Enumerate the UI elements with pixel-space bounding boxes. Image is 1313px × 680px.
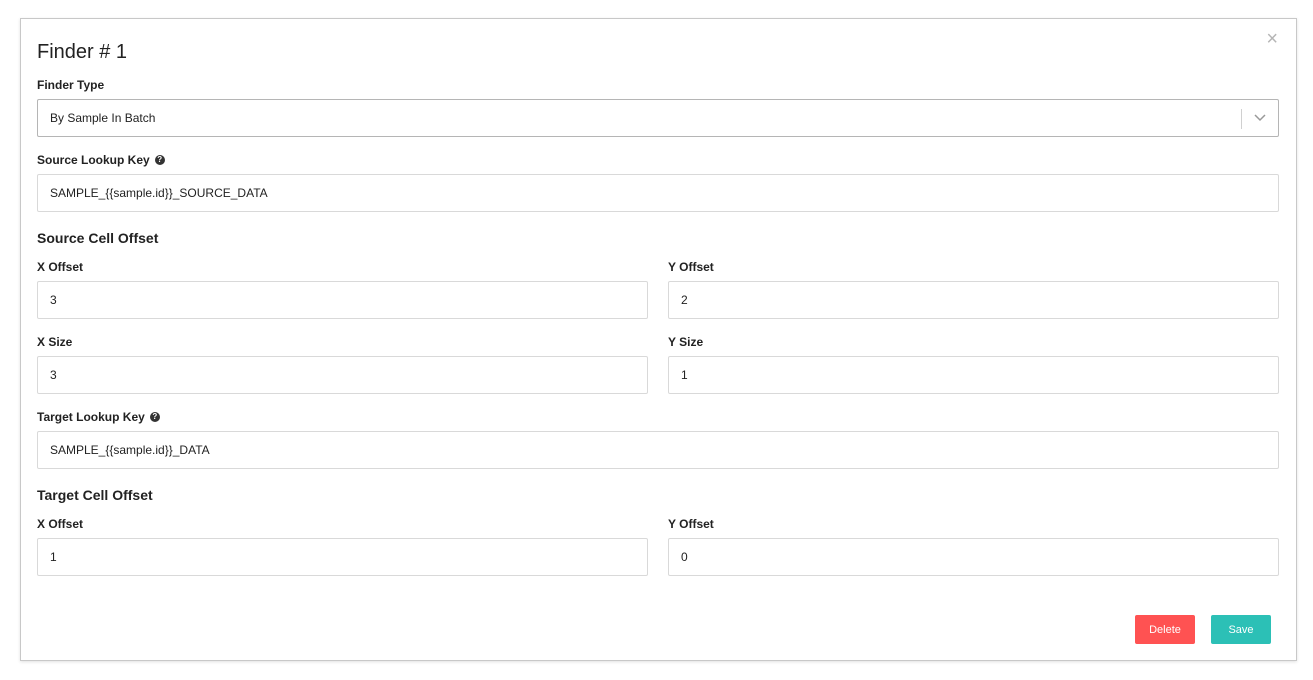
source-y-offset-label: Y Offset [668, 260, 714, 274]
save-button[interactable]: Save [1211, 615, 1271, 644]
target-cell-offset-title: Target Cell Offset [37, 487, 153, 503]
source-x-offset-input[interactable]: 3 [37, 281, 648, 319]
finder-type-label-text: Finder Type [37, 78, 105, 92]
dialog-title: Finder # 1 [37, 41, 128, 63]
finder-type-select[interactable]: By Sample In Batch [37, 99, 1279, 137]
source-lookup-key-value: SAMPLE_{{sample.id}}_SOURCE_DATA [50, 186, 268, 200]
target-lookup-key-label: Target Lookup Key ? [37, 410, 160, 424]
delete-button[interactable]: Delete [1135, 615, 1195, 644]
target-lookup-key-label-text: Target Lookup Key [37, 410, 145, 424]
source-y-offset-input[interactable]: 2 [668, 281, 1279, 319]
source-y-offset-label-text: Y Offset [668, 260, 714, 274]
target-x-offset-input[interactable]: 1 [37, 538, 648, 576]
source-lookup-key-input[interactable]: SAMPLE_{{sample.id}}_SOURCE_DATA [37, 174, 1279, 212]
source-cell-offset-title: Source Cell Offset [37, 230, 159, 246]
target-lookup-key-input[interactable]: SAMPLE_{{sample.id}}_DATA [37, 431, 1279, 469]
source-y-size-label: Y Size [668, 335, 703, 349]
source-y-size-input[interactable]: 1 [668, 356, 1279, 394]
source-lookup-key-label-text: Source Lookup Key [37, 153, 150, 167]
source-x-size-value: 3 [50, 368, 57, 382]
target-lookup-key-value: SAMPLE_{{sample.id}}_DATA [50, 443, 210, 457]
close-icon[interactable]: × [1266, 29, 1278, 49]
source-x-offset-label: X Offset [37, 260, 83, 274]
target-y-offset-input[interactable]: 0 [668, 538, 1279, 576]
source-y-size-value: 1 [681, 368, 688, 382]
source-x-size-label: X Size [37, 335, 72, 349]
finder-type-label: Finder Type [37, 78, 104, 92]
finder-dialog: × Finder # 1 Finder Type By Sample In Ba… [20, 18, 1297, 661]
target-x-offset-value: 1 [50, 550, 57, 564]
source-x-offset-label-text: X Offset [37, 260, 84, 274]
target-x-offset-label-text: X Offset [37, 517, 84, 531]
source-x-size-input[interactable]: 3 [37, 356, 648, 394]
source-y-offset-value: 2 [681, 293, 688, 307]
target-y-offset-value: 0 [681, 550, 688, 564]
target-y-offset-label-text: Y Offset [668, 517, 714, 531]
chevron-down-icon[interactable] [1253, 110, 1267, 124]
help-icon[interactable]: ? [149, 412, 160, 422]
source-y-size-label-text: Y Size [668, 335, 704, 349]
target-y-offset-label: Y Offset [668, 517, 714, 531]
select-divider [1241, 109, 1242, 129]
finder-type-value: By Sample In Batch [50, 111, 156, 125]
source-lookup-key-label: Source Lookup Key ? [37, 153, 165, 167]
help-icon[interactable]: ? [154, 155, 165, 165]
source-x-offset-value: 3 [50, 293, 57, 307]
target-x-offset-label: X Offset [37, 517, 83, 531]
source-x-size-label-text: X Size [37, 335, 73, 349]
